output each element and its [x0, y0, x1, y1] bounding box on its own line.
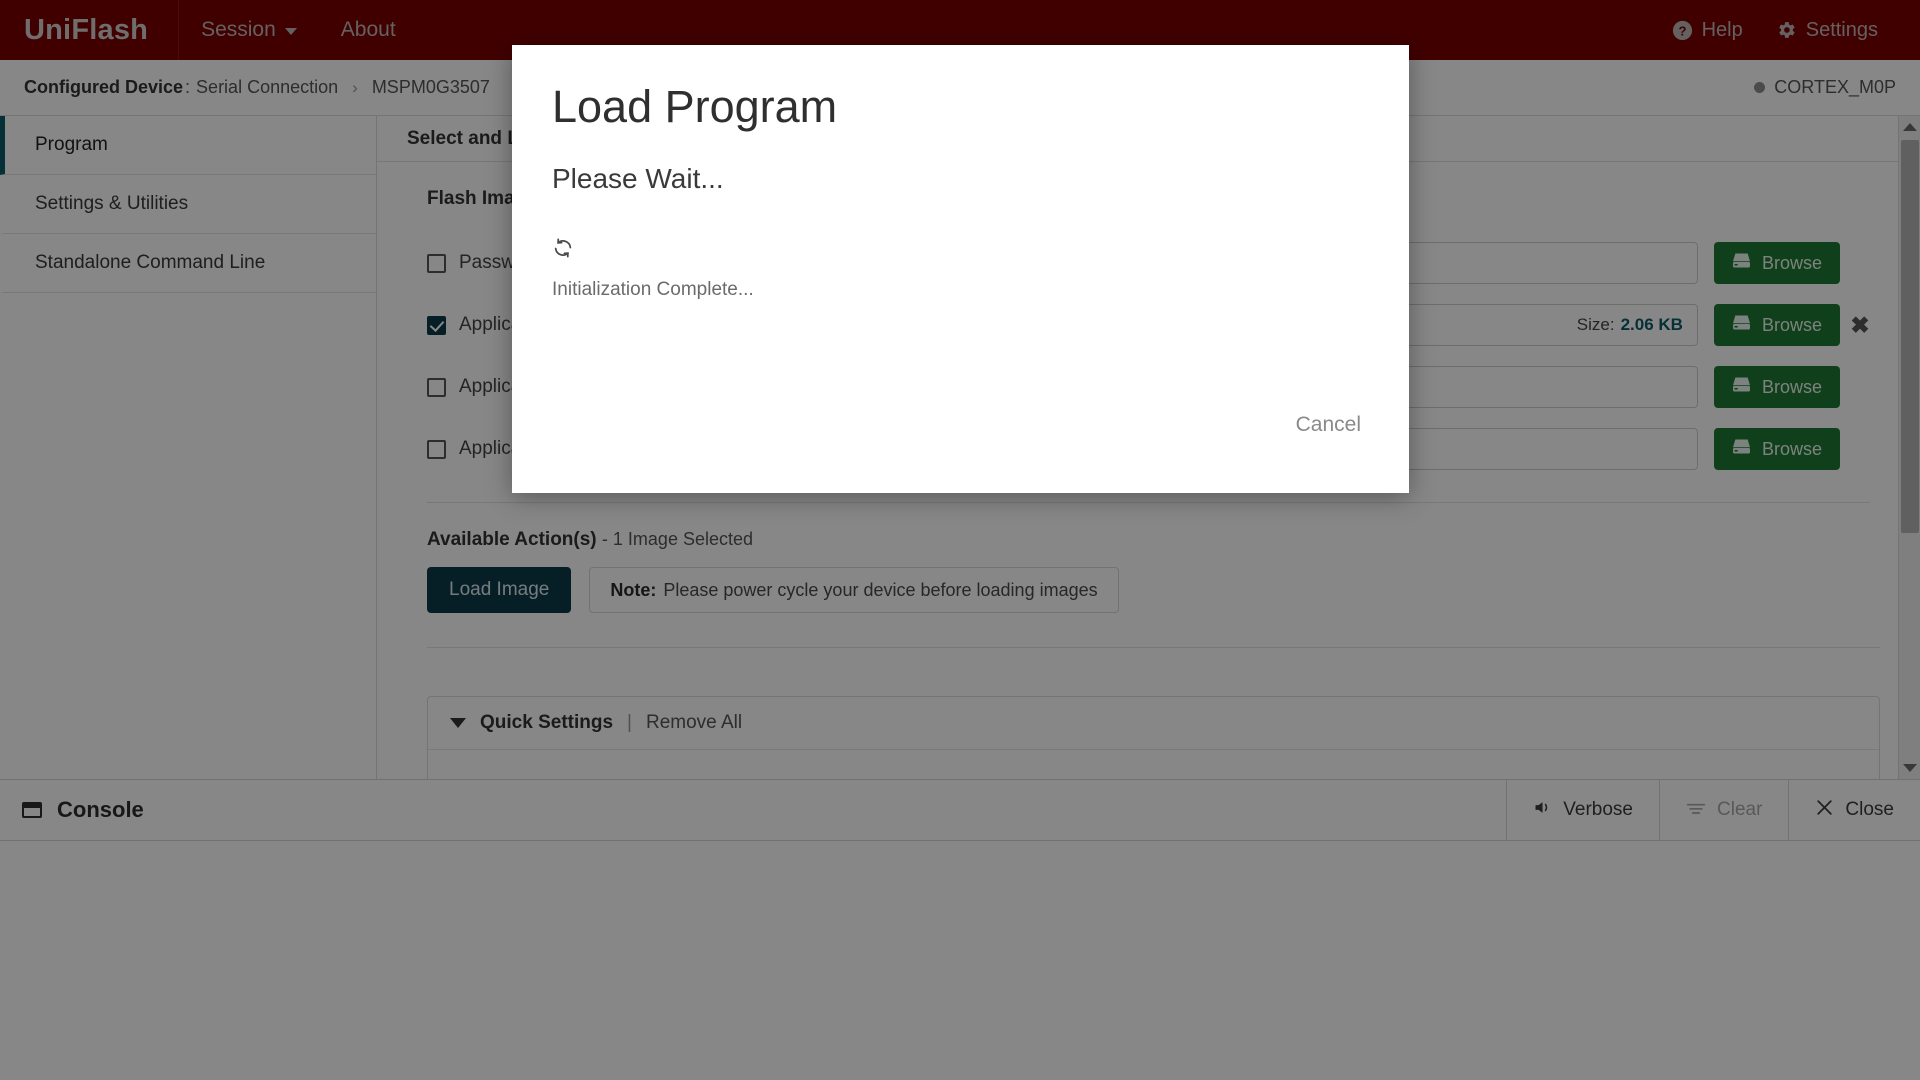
dialog-title: Load Program [552, 81, 838, 132]
dialog-footer: Cancel [552, 409, 1369, 441]
dialog-status-text: Initialization Complete... [552, 279, 754, 301]
load-program-dialog: Load Program Please Wait... Initializati… [512, 45, 1409, 493]
cancel-button[interactable]: Cancel [1288, 409, 1369, 441]
dialog-subtitle: Please Wait... [552, 163, 724, 195]
refresh-spinner-icon [552, 237, 1369, 261]
